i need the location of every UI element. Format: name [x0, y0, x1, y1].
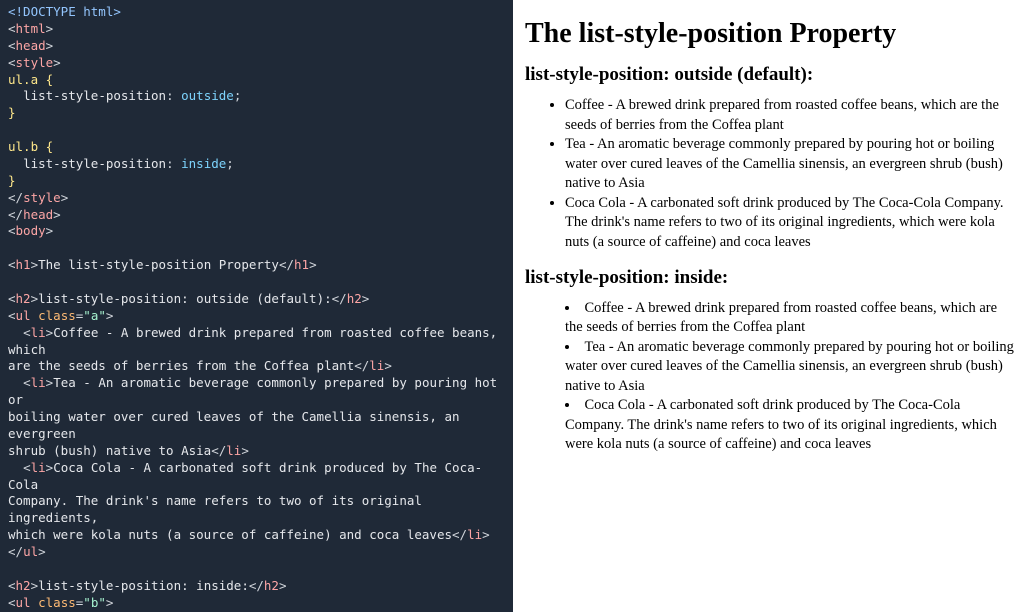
head-close: head [23, 207, 53, 222]
body-open: body [16, 223, 46, 238]
attr-class: class [38, 595, 76, 610]
style-open: style [16, 55, 54, 70]
h1-open: h1 [16, 257, 31, 272]
css-selector-b: ul.b { [8, 139, 53, 154]
doctype: <!DOCTYPE html> [8, 4, 121, 19]
html-open: html [16, 21, 46, 36]
h2a-text: list-style-position: outside (default): [38, 291, 332, 306]
h2a-open: h2 [16, 291, 31, 306]
section-heading-outside: list-style-position: outside (default): [525, 64, 1015, 86]
li-close: li [369, 358, 384, 373]
h1-close: h1 [294, 257, 309, 272]
css-val: outside [181, 88, 234, 103]
code-editor[interactable]: <!DOCTYPE html> <html> <head> <style> ul… [0, 0, 513, 612]
css-prop: list-style-position [23, 156, 166, 171]
attr-val-b: "b" [83, 595, 106, 610]
list-outside: Coffee - A brewed drink prepared from ro… [525, 96, 1015, 253]
ul-open: ul [16, 595, 31, 610]
li-open: li [31, 325, 46, 340]
li-text: Tea - An aromatic beverage commonly prep… [8, 375, 505, 407]
list-item: Coffee - A brewed drink prepared from ro… [565, 96, 1015, 135]
list-inside: Coffee - A brewed drink prepared from ro… [525, 299, 1015, 456]
h1-text: The list-style-position Property [38, 257, 279, 272]
head-open: head [16, 38, 46, 53]
list-item: Coca Cola - A carbonated soft drink prod… [565, 194, 1015, 253]
li-open: li [31, 375, 46, 390]
preview-pane: The list-style-position Property list-st… [513, 0, 1027, 612]
h2b-text: list-style-position: inside: [38, 578, 249, 593]
li-text: are the seeds of berries from the Coffea… [8, 358, 354, 373]
li-text: boiling water over cured leaves of the C… [8, 409, 467, 441]
ul-open: ul [16, 308, 31, 323]
list-item: Coca Cola - A carbonated soft drink prod… [565, 396, 1015, 455]
list-item: Tea - An aromatic beverage commonly prep… [565, 338, 1015, 397]
list-item: Coffee - A brewed drink prepared from ro… [565, 299, 1015, 338]
ul-close: ul [23, 544, 38, 559]
attr-class: class [38, 308, 76, 323]
h2a-close: h2 [347, 291, 362, 306]
attr-val-a: "a" [83, 308, 106, 323]
li-text: Company. The drink's name refers to two … [8, 493, 429, 525]
css-selector-a: ul.a { [8, 72, 53, 87]
section-heading-inside: list-style-position: inside: [525, 267, 1015, 289]
page-title: The list-style-position Property [525, 18, 1015, 50]
li-text: which were kola nuts (a source of caffei… [8, 527, 452, 542]
h2b-close: h2 [264, 578, 279, 593]
list-item: Tea - An aromatic beverage commonly prep… [565, 135, 1015, 194]
li-text: Coca Cola - A carbonated soft drink prod… [8, 460, 482, 492]
li-close: li [226, 443, 241, 458]
h2b-open: h2 [16, 578, 31, 593]
li-text: shrub (bush) native to Asia [8, 443, 211, 458]
li-text: Coffee - A brewed drink prepared from ro… [8, 325, 505, 357]
style-close: style [23, 190, 61, 205]
li-open: li [31, 460, 46, 475]
css-val: inside [181, 156, 226, 171]
css-prop: list-style-position [23, 88, 166, 103]
li-close: li [467, 527, 482, 542]
